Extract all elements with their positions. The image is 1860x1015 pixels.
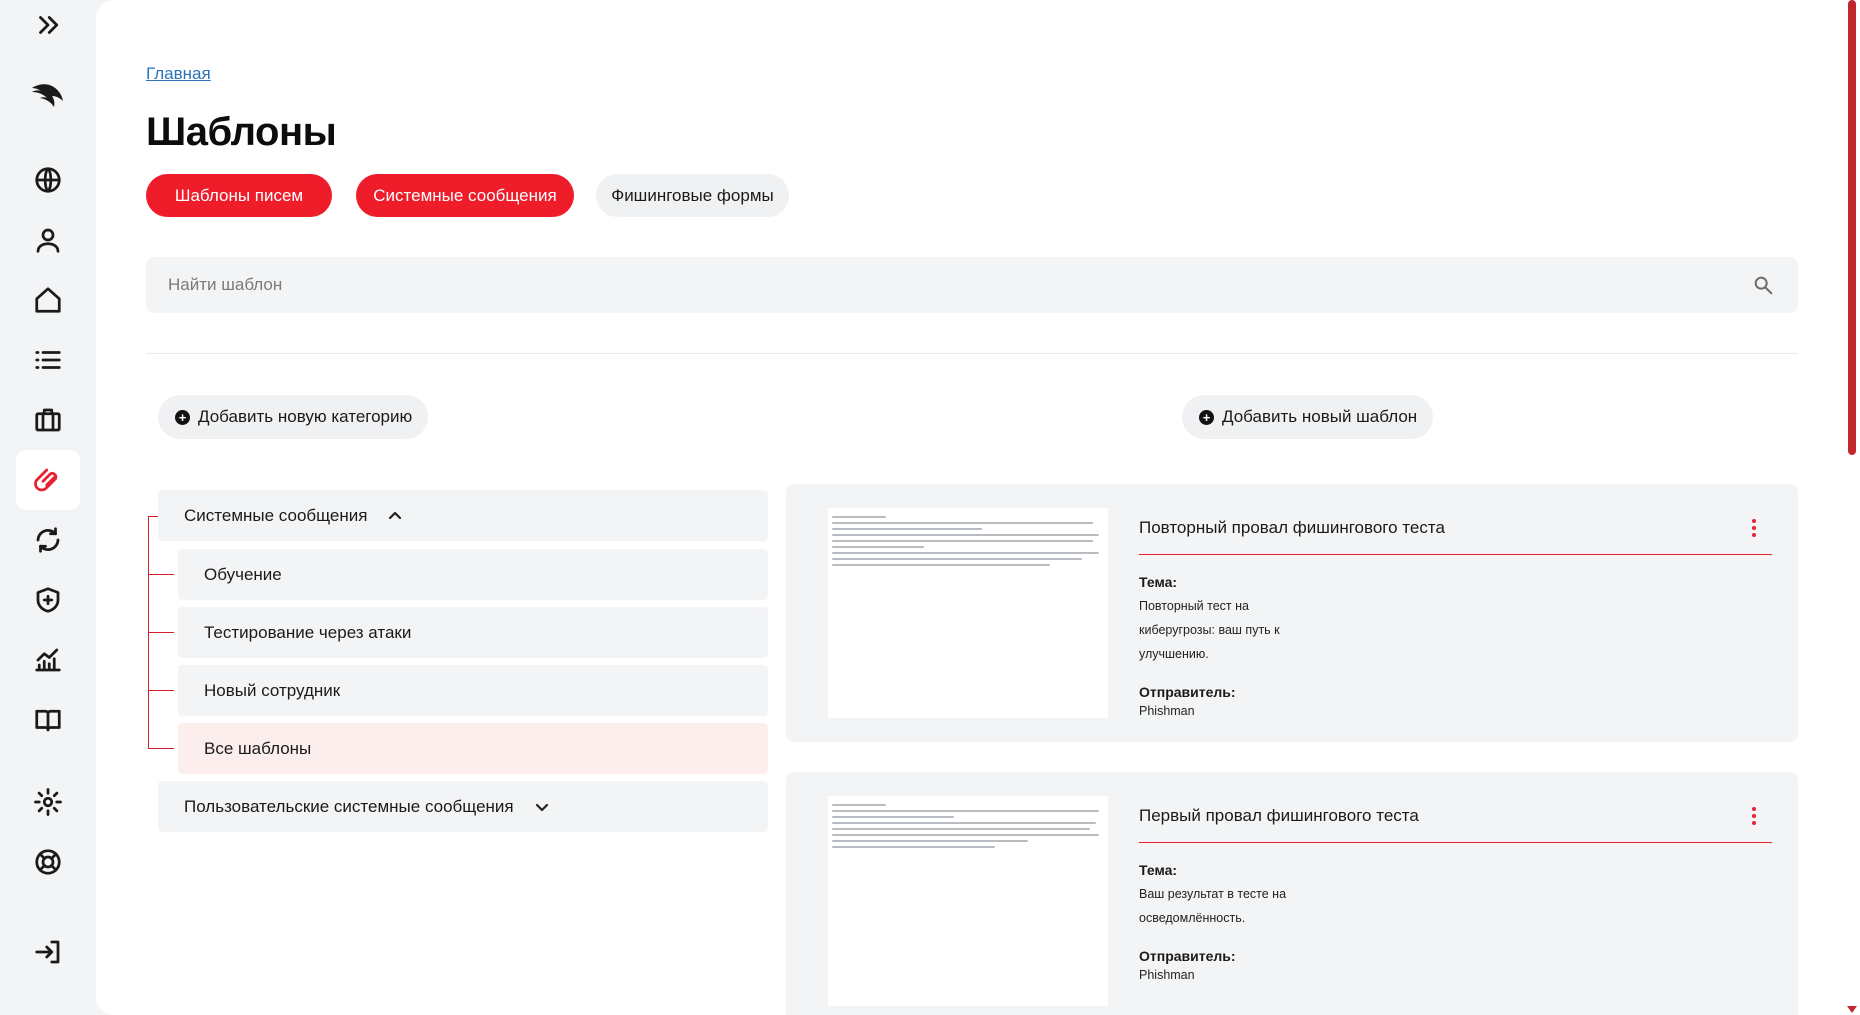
search-icon[interactable] [1752, 274, 1774, 296]
sender-label: Отправитель: [1139, 948, 1236, 964]
add-template-label: Добавить новый шаблон [1222, 407, 1418, 426]
scrollbar[interactable] [1844, 0, 1860, 1015]
main-content: Главная Шаблоны Шаблоны писем Системные … [96, 0, 1844, 1015]
tab-phishing-forms[interactable]: Фишинговые формы [596, 174, 789, 217]
more-vertical-icon[interactable] [1744, 516, 1764, 540]
subject-label: Тема: [1139, 862, 1178, 878]
logo-icon[interactable] [16, 66, 80, 126]
analytics-icon[interactable] [16, 630, 80, 690]
sender-text: Phishman [1139, 704, 1195, 718]
divider [146, 353, 1798, 354]
category-label: Системные сообщения [184, 505, 368, 525]
category-system-messages[interactable]: Системные сообщения [158, 490, 768, 541]
lifebuoy-icon[interactable] [16, 832, 80, 892]
plus-circle-icon: + [175, 409, 190, 425]
plus-circle-icon: + [1199, 409, 1214, 425]
template-title: Повторный провал фишингового теста [1139, 518, 1445, 537]
title-underline [1139, 842, 1772, 843]
subject-text: Ваш результат в тесте на осведомлённость… [1139, 887, 1287, 925]
expand-icon[interactable] [16, 5, 80, 45]
template-preview [828, 796, 1108, 1006]
subcategory-item[interactable]: Новый сотрудник [178, 665, 768, 716]
subcategory-item[interactable]: Тестирование через атаки [178, 607, 768, 658]
scrollbar-thumb[interactable] [1848, 0, 1856, 455]
gear-icon[interactable] [16, 772, 80, 832]
chevron-up-icon[interactable] [387, 508, 403, 524]
shield-plus-icon[interactable] [16, 570, 80, 630]
briefcase-icon[interactable] [16, 390, 80, 450]
category-custom-system-messages[interactable]: Пользовательские системные сообщения [158, 781, 768, 832]
subject-text: Повторный тест на киберугрозы: ваш путь … [1139, 599, 1280, 661]
paperclip-icon[interactable] [16, 450, 80, 510]
template-card[interactable]: Повторный провал фишингового теста Тема:… [786, 484, 1798, 742]
list-icon[interactable] [16, 330, 80, 390]
logout-icon[interactable] [16, 922, 80, 982]
search-input[interactable] [168, 257, 1728, 313]
tree-connector [148, 632, 174, 633]
refresh-icon[interactable] [16, 510, 80, 570]
subcategory-item[interactable]: Обучение [178, 549, 768, 600]
add-category-label: Добавить новую категорию [198, 407, 413, 426]
more-vertical-icon[interactable] [1744, 804, 1764, 828]
page-title: Шаблоны [146, 110, 337, 154]
subject-label: Тема: [1139, 574, 1178, 590]
add-category-button[interactable]: + Добавить новую категорию [158, 395, 429, 439]
template-card[interactable]: Первый провал фишингового теста Тема: Ва… [786, 772, 1798, 1015]
tree-connector [148, 748, 174, 749]
globe-icon[interactable] [16, 150, 80, 210]
title-underline [1139, 554, 1772, 555]
sidebar [0, 0, 96, 1015]
scroll-down-icon[interactable] [1847, 1006, 1857, 1013]
home-icon[interactable] [16, 270, 80, 330]
breadcrumb[interactable]: Главная [146, 64, 211, 84]
template-preview [828, 508, 1108, 718]
template-title: Первый провал фишингового теста [1139, 806, 1419, 825]
tree-connector [148, 690, 174, 691]
sender-label: Отправитель: [1139, 684, 1236, 700]
search-bar [146, 257, 1798, 313]
tab-system-messages[interactable]: Системные сообщения [356, 174, 574, 217]
chevron-down-icon[interactable] [534, 799, 550, 815]
tab-email-templates[interactable]: Шаблоны писем [146, 174, 332, 217]
add-template-button[interactable]: + Добавить новый шаблон [1182, 395, 1434, 439]
subcategory-item-selected[interactable]: Все шаблоны [178, 723, 768, 774]
book-icon[interactable] [16, 690, 80, 750]
tree-connector [148, 574, 174, 575]
sender-text: Phishman [1139, 968, 1195, 982]
category-label: Пользовательские системные сообщения [184, 796, 514, 816]
user-icon[interactable] [16, 210, 80, 270]
